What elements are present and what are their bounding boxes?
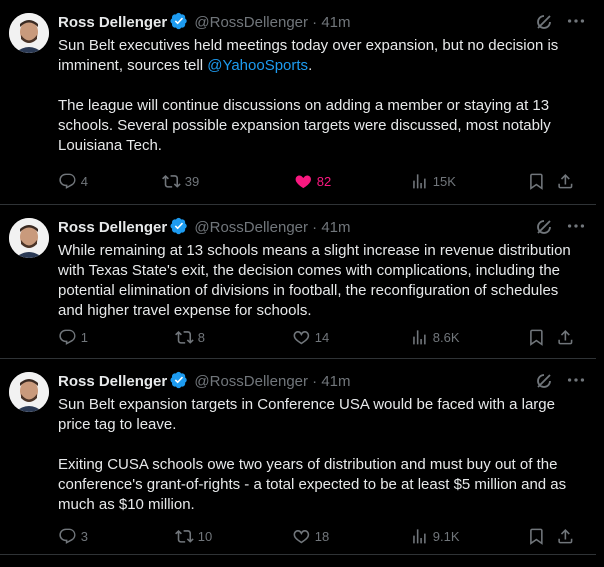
share-button[interactable] (556, 526, 575, 546)
reply-icon (59, 528, 76, 544)
repost-count: 8 (197, 329, 205, 345)
author-handle[interactable]: @RossDellenger (194, 14, 308, 31)
tweet-paragraph: Sun Belt expansion targets in Conference… (58, 396, 555, 433)
share-button[interactable] (556, 171, 575, 191)
reply-count: 4 (80, 173, 88, 189)
like-button[interactable]: 14 (292, 327, 329, 347)
views-button[interactable]: 9.1K (410, 526, 460, 546)
tweet-text: Sun Belt executives held meetings today … (58, 36, 582, 156)
action-bar: 3 10 18 9.1K (58, 526, 604, 546)
tweet-paragraph: While remaining at 13 schools means a sl… (58, 242, 571, 319)
tweet-header: Ross Dellenger @RossDellenger · 41m (58, 217, 586, 239)
timestamp[interactable]: 41m (321, 373, 350, 390)
timestamp[interactable]: 41m (321, 219, 350, 236)
more-icon[interactable] (564, 215, 588, 237)
tweet-paragraph: Exiting CUSA schools owe two years of di… (58, 456, 567, 513)
like-button[interactable]: 82 (294, 171, 331, 191)
heart-icon (295, 175, 311, 188)
bookmark-button[interactable] (527, 526, 546, 546)
tweet[interactable]: Ross Dellenger @RossDellenger · 41m Sun … (0, 0, 596, 205)
text-segment: . (308, 57, 313, 74)
mention-link[interactable]: @YahooSports (207, 57, 308, 74)
repost-count: 39 (184, 173, 200, 189)
heart-icon (293, 330, 310, 344)
tweet[interactable]: Ross Dellenger @RossDellenger · 41m Whil… (0, 205, 596, 359)
views-icon (413, 528, 426, 544)
repost-button[interactable]: 39 (162, 171, 199, 191)
views-button[interactable]: 15K (410, 171, 456, 191)
reply-icon (59, 173, 76, 189)
reply-button[interactable]: 1 (58, 327, 88, 347)
views-button[interactable]: 8.6K (410, 327, 460, 347)
author-name[interactable]: Ross Dellenger (58, 373, 167, 390)
repost-count: 10 (197, 528, 213, 544)
tweet-text: While remaining at 13 schools means a sl… (58, 241, 582, 321)
author-name[interactable]: Ross Dellenger (58, 14, 167, 31)
share-icon (558, 329, 573, 345)
repost-button[interactable]: 10 (175, 526, 212, 546)
views-count: 15K (432, 173, 456, 189)
verified-badge-icon (170, 371, 188, 396)
reply-button[interactable]: 4 (58, 171, 88, 191)
share-icon (558, 528, 573, 544)
separator: · (312, 373, 318, 390)
more-icon[interactable] (564, 369, 588, 391)
tweet-text: Sun Belt expansion targets in Conference… (58, 395, 582, 515)
bookmark-icon (530, 173, 543, 190)
tweet-feed: Ross Dellenger @RossDellenger · 41m Sun … (0, 0, 604, 567)
tweet-header: Ross Dellenger @RossDellenger · 41m (58, 12, 586, 34)
repost-button[interactable]: 8 (175, 327, 205, 347)
author-handle[interactable]: @RossDellenger (194, 219, 308, 236)
author-name[interactable]: Ross Dellenger (58, 219, 167, 236)
action-bar: 1 8 14 8.6K (58, 327, 604, 347)
repost-icon (175, 529, 194, 543)
grok-icon[interactable] (534, 12, 554, 34)
separator: · (312, 219, 318, 236)
reply-icon (59, 329, 76, 345)
like-count: 14 (314, 329, 330, 345)
timestamp[interactable]: 41m (321, 14, 350, 31)
tweet-paragraph: Sun Belt executives held meetings today … (58, 36, 582, 76)
share-icon (558, 173, 573, 189)
more-icon[interactable] (564, 10, 588, 32)
reply-button[interactable]: 3 (58, 526, 88, 546)
views-icon (413, 329, 426, 345)
author-handle[interactable]: @RossDellenger (194, 373, 308, 390)
like-count: 82 (316, 173, 332, 189)
tweet[interactable]: Ross Dellenger @RossDellenger · 41m Sun … (0, 359, 596, 555)
views-count: 9.1K (432, 528, 460, 544)
grok-icon[interactable] (534, 217, 554, 239)
verified-badge-icon (170, 217, 188, 242)
tweet-header: Ross Dellenger @RossDellenger · 41m (58, 371, 586, 393)
bookmark-icon (530, 329, 543, 346)
like-count: 18 (314, 528, 330, 544)
views-icon (413, 173, 426, 189)
like-button[interactable]: 18 (292, 526, 329, 546)
bookmark-icon (530, 528, 543, 545)
repost-icon (162, 174, 181, 188)
grok-icon[interactable] (534, 371, 554, 393)
tweet-paragraph: The league will continue discussions on … (58, 97, 551, 154)
reply-count: 3 (80, 528, 88, 544)
avatar[interactable] (9, 372, 49, 412)
heart-icon (293, 529, 310, 543)
action-bar: 4 39 82 15K (58, 171, 596, 191)
separator: · (312, 14, 318, 31)
avatar[interactable] (9, 13, 49, 53)
views-count: 8.6K (432, 329, 460, 345)
share-button[interactable] (556, 327, 575, 347)
bookmark-button[interactable] (527, 327, 546, 347)
reply-count: 1 (80, 329, 88, 345)
avatar[interactable] (9, 218, 49, 258)
repost-icon (175, 330, 194, 344)
verified-badge-icon (170, 12, 188, 37)
bookmark-button[interactable] (527, 171, 546, 191)
